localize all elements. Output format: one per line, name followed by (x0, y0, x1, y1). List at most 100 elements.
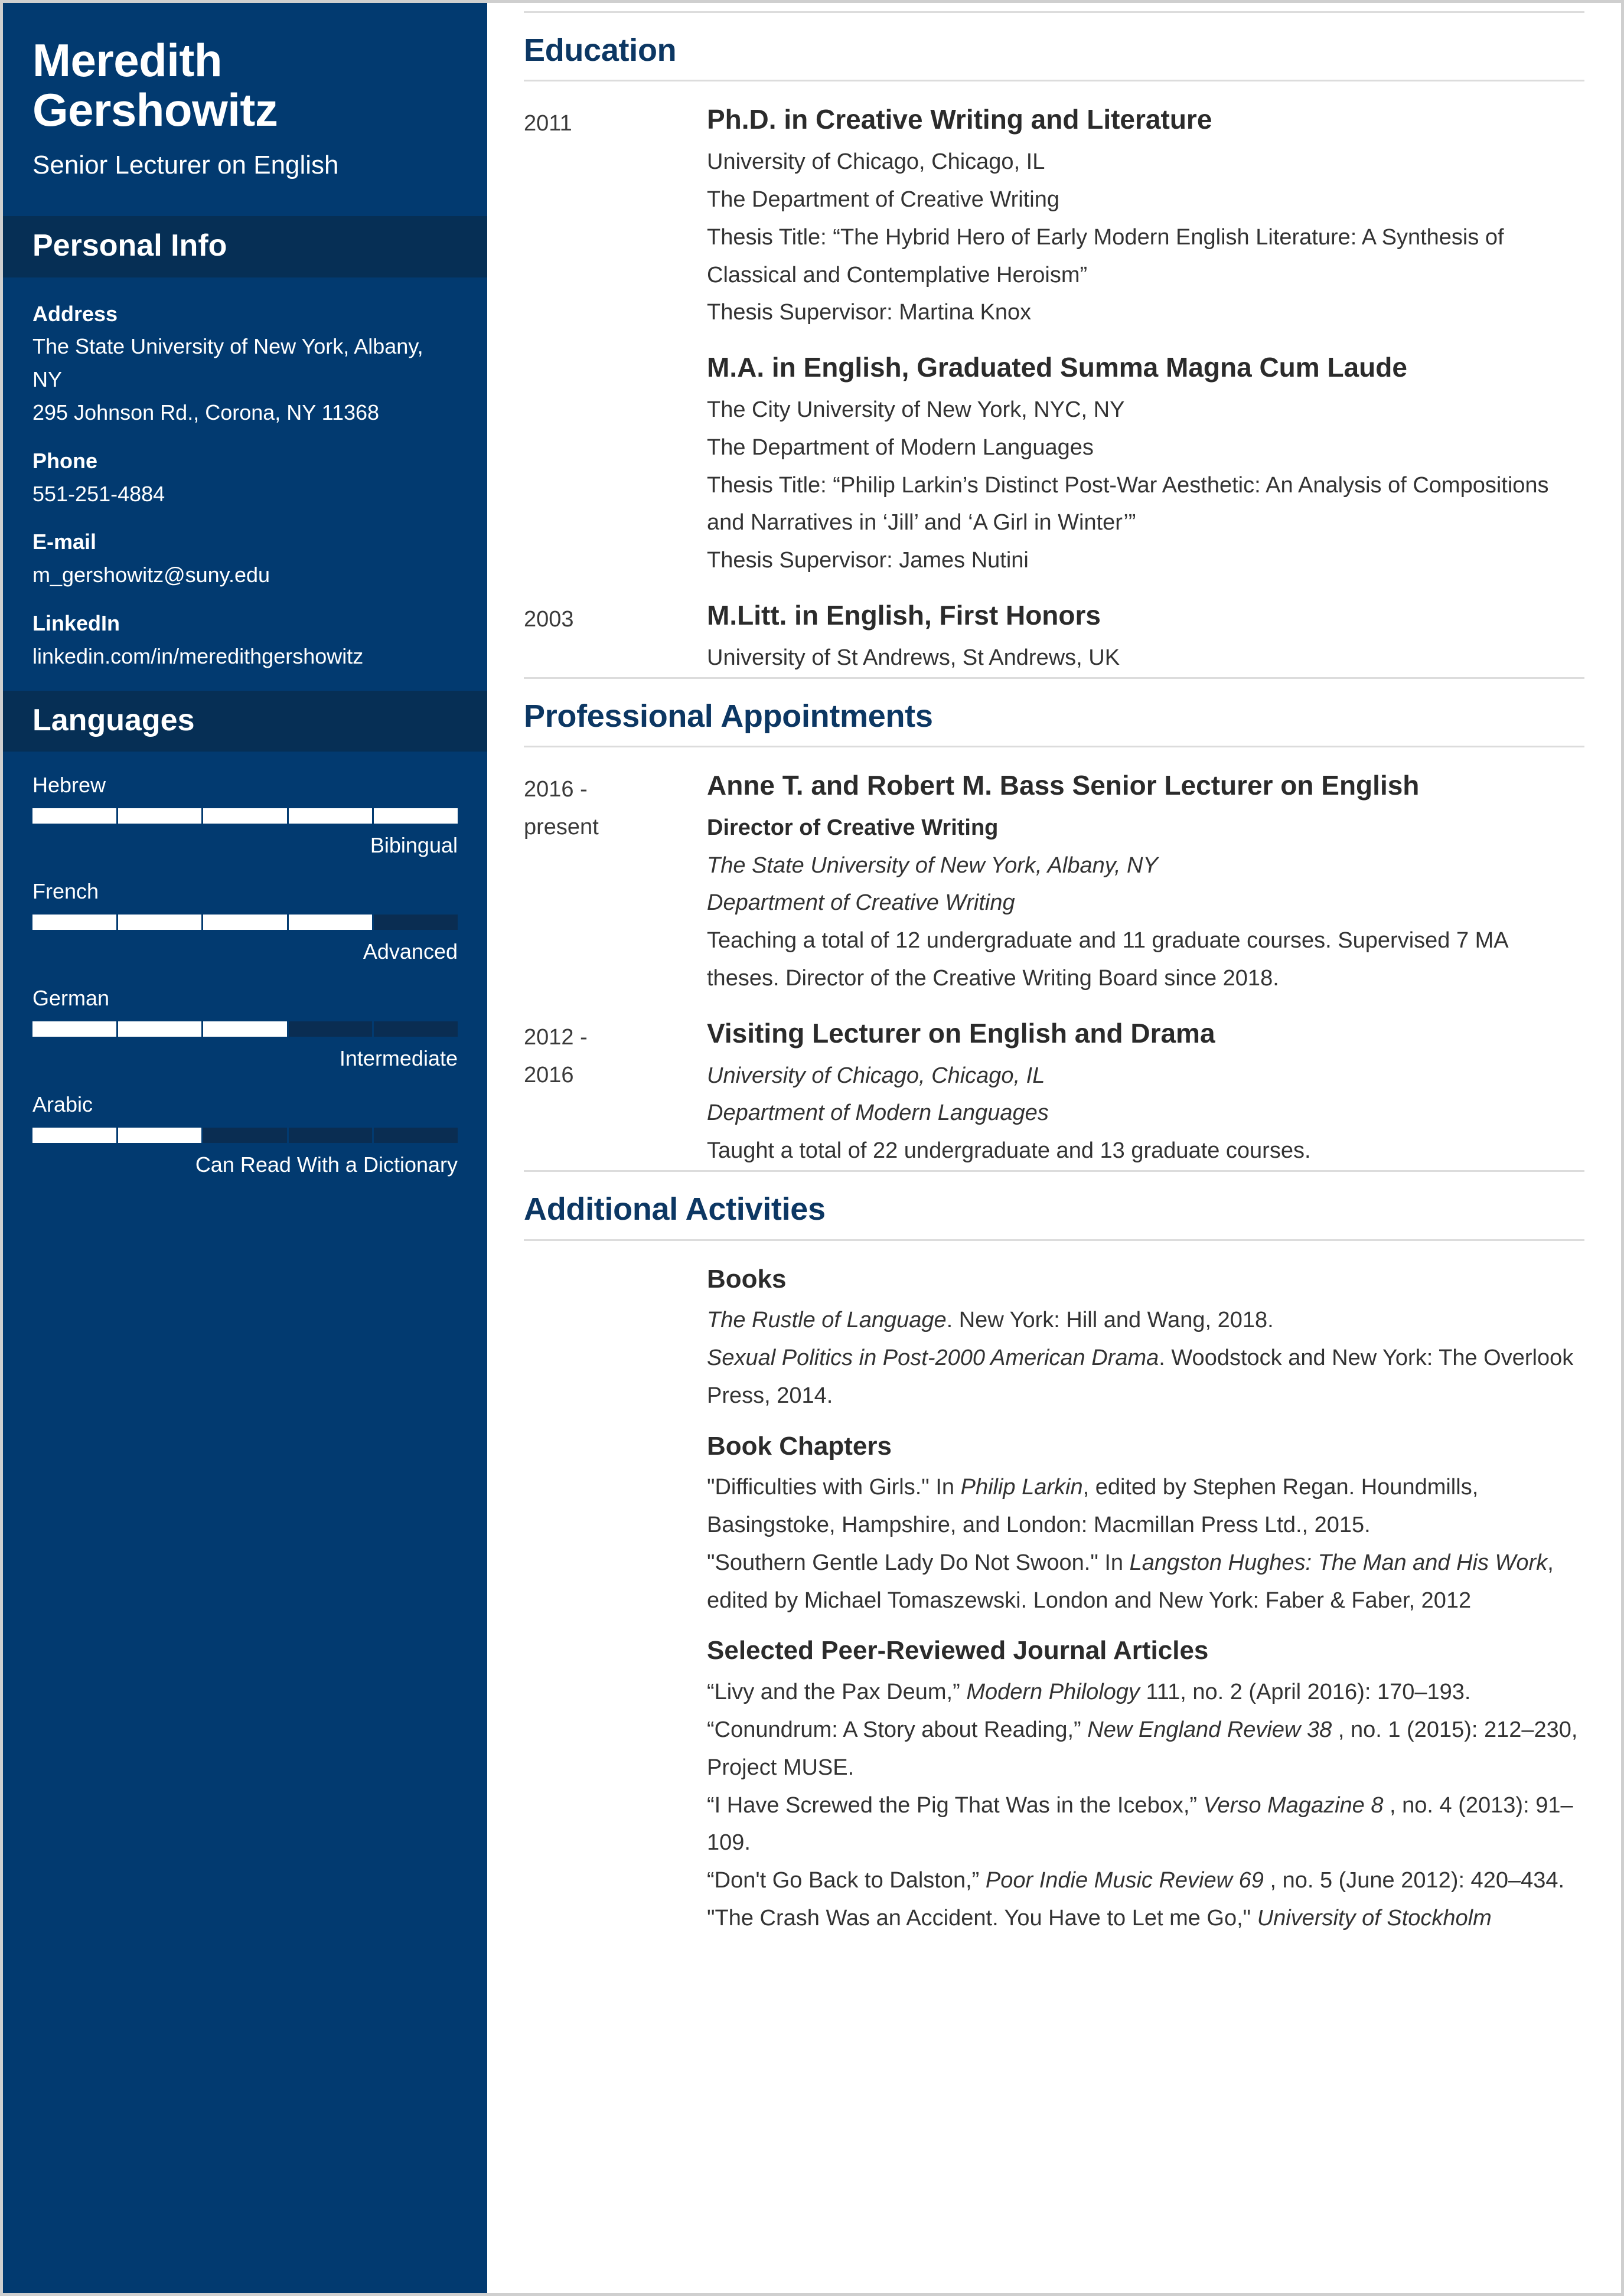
activity-item: The Rustle of Language. New York: Hill a… (707, 1308, 1274, 1333)
info-value: 551-251-4884 (32, 481, 165, 506)
main-content: Education 2011 Ph.D. in Creative Writing … (487, 3, 1621, 2293)
language-level-segment (288, 1127, 373, 1143)
language-level-segment (118, 915, 202, 930)
languages-body: Hebrew Bibingual French Advanced German Inter… (3, 752, 487, 1204)
language-item: German Intermediate (32, 982, 458, 1073)
activity-item: “Conundrum: A Story about Reading,” New … (707, 1717, 1578, 1780)
activity-item: "The Crash Was an Accident. You Have to … (707, 1906, 1492, 1931)
activity-title: Selected Peer-Reviewed Journal Articles (707, 1636, 1209, 1665)
info-group: E-mail m_gershowitz@suny.edu (32, 525, 458, 592)
entry-detail-line: The Department of Modern Languages (707, 435, 1094, 460)
info-value: linkedin.com/in/meredithgershowitz (32, 644, 364, 668)
activity-title: Book Chapters (707, 1431, 892, 1461)
language-level-bar (32, 1021, 458, 1037)
language-list: Hebrew Bibingual French Advanced German Inter… (32, 769, 458, 1180)
activity-title: Books (707, 1264, 787, 1294)
sidebar-header: Meredith Gershowitz Senior Lecturer on E… (3, 3, 487, 216)
language-level-segment (288, 808, 373, 824)
entry-body: M.A. in English, Graduated Summa Magna C… (707, 350, 1584, 580)
entry-subtitle: Director of Creative Writing (707, 815, 999, 840)
language-level-segment (374, 915, 458, 930)
education-section-header: Education (524, 11, 1584, 82)
activity-item: “I Have Screwed the Pig That Was in the … (707, 1792, 1573, 1856)
language-level-segment (32, 1021, 116, 1037)
language-name: French (32, 879, 99, 904)
entry-detail-line: University of Chicago, Chicago, IL (707, 149, 1045, 175)
language-level-bar (32, 1127, 458, 1143)
education-entries: 2011 Ph.D. in Creative Writing and Litera… (524, 81, 1584, 677)
language-level-segment (203, 1127, 287, 1143)
language-level-segment (374, 1127, 458, 1143)
language-item: Hebrew Bibingual (32, 769, 458, 860)
activities-section-header: Additional Activities (524, 1170, 1584, 1241)
entry-date (524, 350, 707, 353)
language-name: Arabic (32, 1092, 93, 1116)
entry-title: Anne T. and Robert M. Bass Senior Lectur… (707, 770, 1420, 801)
entry-date: 2012 - 2016 (524, 1015, 707, 1095)
activity-item: "Southern Gentle Lady Do Not Swoon." In … (707, 1550, 1554, 1613)
info-label: E-mail (32, 530, 97, 554)
activity-item: "Difficulties with Girls." In Philip Lar… (707, 1475, 1479, 1537)
activity-block: Book Chapters "Difficulties with Girls." … (524, 1428, 1584, 1620)
entry-body: Ph.D. in Creative Writing and Literature… (707, 102, 1584, 332)
entry-date: 2011 (524, 102, 707, 143)
appointments-section-header: Professional Appointments (524, 677, 1584, 748)
entry-date-line: present (524, 814, 599, 840)
activity-item: Sexual Politics in Post-2000 American Dr… (707, 1345, 1574, 1408)
language-level-bar (32, 808, 458, 824)
entry-detail-line: Taught a total of 22 undergraduate and 1… (707, 1138, 1311, 1164)
sidebar: Meredith Gershowitz Senior Lecturer on E… (3, 3, 487, 2293)
activity-block: Selected Peer-Reviewed Journal Articles “… (524, 1632, 1584, 1937)
entry-detail-line: Thesis Supervisor: James Nutini (707, 548, 1029, 573)
appointment-entry: 2016 - present Anne T. and Robert M. Bass … (524, 767, 1584, 998)
entry-date-line: 2016 (524, 1062, 574, 1087)
language-level-segment (118, 1127, 202, 1143)
entry-detail-line: Thesis Title: “The Hybrid Hero of Early … (707, 224, 1504, 288)
language-name: German (32, 985, 110, 1010)
entry-detail-line: Thesis Title: “Philip Larkin’s Distinct … (707, 472, 1549, 535)
entry-detail-line: Thesis Supervisor: Martina Knox (707, 300, 1032, 325)
info-value: The State University of New York, Albany… (32, 334, 423, 392)
entry-detail-line: Teaching a total of 12 undergraduate and… (707, 928, 1508, 991)
education-heading: Education (524, 32, 677, 68)
entry-title: Visiting Lecturer on English and Drama (707, 1017, 1215, 1049)
entry-date-line: 2016 - (524, 777, 588, 802)
entry-detail-line: The City University of New York, NYC, NY (707, 397, 1125, 422)
appointment-entry: 2012 - 2016 Visiting Lecturer on English a… (524, 1015, 1584, 1170)
section-activities: Additional Activities Books The Rustle of… (524, 1170, 1584, 1938)
language-level-segment (32, 1127, 116, 1143)
entry-detail-line: The Department of Creative Writing (707, 187, 1059, 212)
entry-org-line: The State University of New York, Albany… (707, 853, 1158, 878)
entry-body: Visiting Lecturer on English and Drama Un… (707, 1015, 1584, 1170)
language-level-label: Bibingual (370, 832, 458, 857)
info-group: Address The State University of New York,… (32, 298, 458, 429)
entry-title: M.A. in English, Graduated Summa Magna C… (707, 352, 1407, 383)
entry-org-line: Department of Modern Languages (707, 1100, 1049, 1126)
section-appointments: Professional Appointments 2016 - present A… (524, 677, 1584, 1170)
activities-heading: Additional Activities (524, 1191, 826, 1227)
activity-blocks: Books The Rustle of Language. New York: H… (524, 1241, 1584, 1938)
entry-date: 2016 - present (524, 767, 707, 847)
language-level-label: Can Read With a Dictionary (195, 1152, 458, 1177)
activity-body: Selected Peer-Reviewed Journal Articles “… (707, 1632, 1584, 1937)
language-level-segment (288, 1021, 373, 1037)
appointment-entries: 2016 - present Anne T. and Robert M. Bass … (524, 747, 1584, 1170)
info-value: 295 Johnson Rd., Corona, NY 11368 (32, 400, 380, 424)
info-label: Address (32, 301, 118, 326)
info-label: LinkedIn (32, 610, 120, 635)
language-level-segment (374, 808, 458, 824)
personal-info-header: Personal Info (3, 216, 487, 277)
language-level-segment (203, 808, 287, 824)
activity-block: Books The Rustle of Language. New York: H… (524, 1261, 1584, 1415)
activity-body: Book Chapters "Difficulties with Girls." … (707, 1428, 1584, 1620)
section-education: Education 2011 Ph.D. in Creative Writing … (524, 11, 1584, 677)
education-entry: 2003 M.Litt. in English, First Honors Univ… (524, 597, 1584, 677)
language-level-segment (203, 1021, 287, 1037)
language-level-segment (32, 915, 116, 930)
languages-heading: Languages (32, 703, 195, 737)
languages-header: Languages (3, 690, 487, 752)
language-level-segment (118, 808, 202, 824)
entry-body: Anne T. and Robert M. Bass Senior Lectur… (707, 767, 1584, 998)
activity-body: Books The Rustle of Language. New York: H… (707, 1261, 1584, 1415)
info-label: Phone (32, 448, 98, 473)
